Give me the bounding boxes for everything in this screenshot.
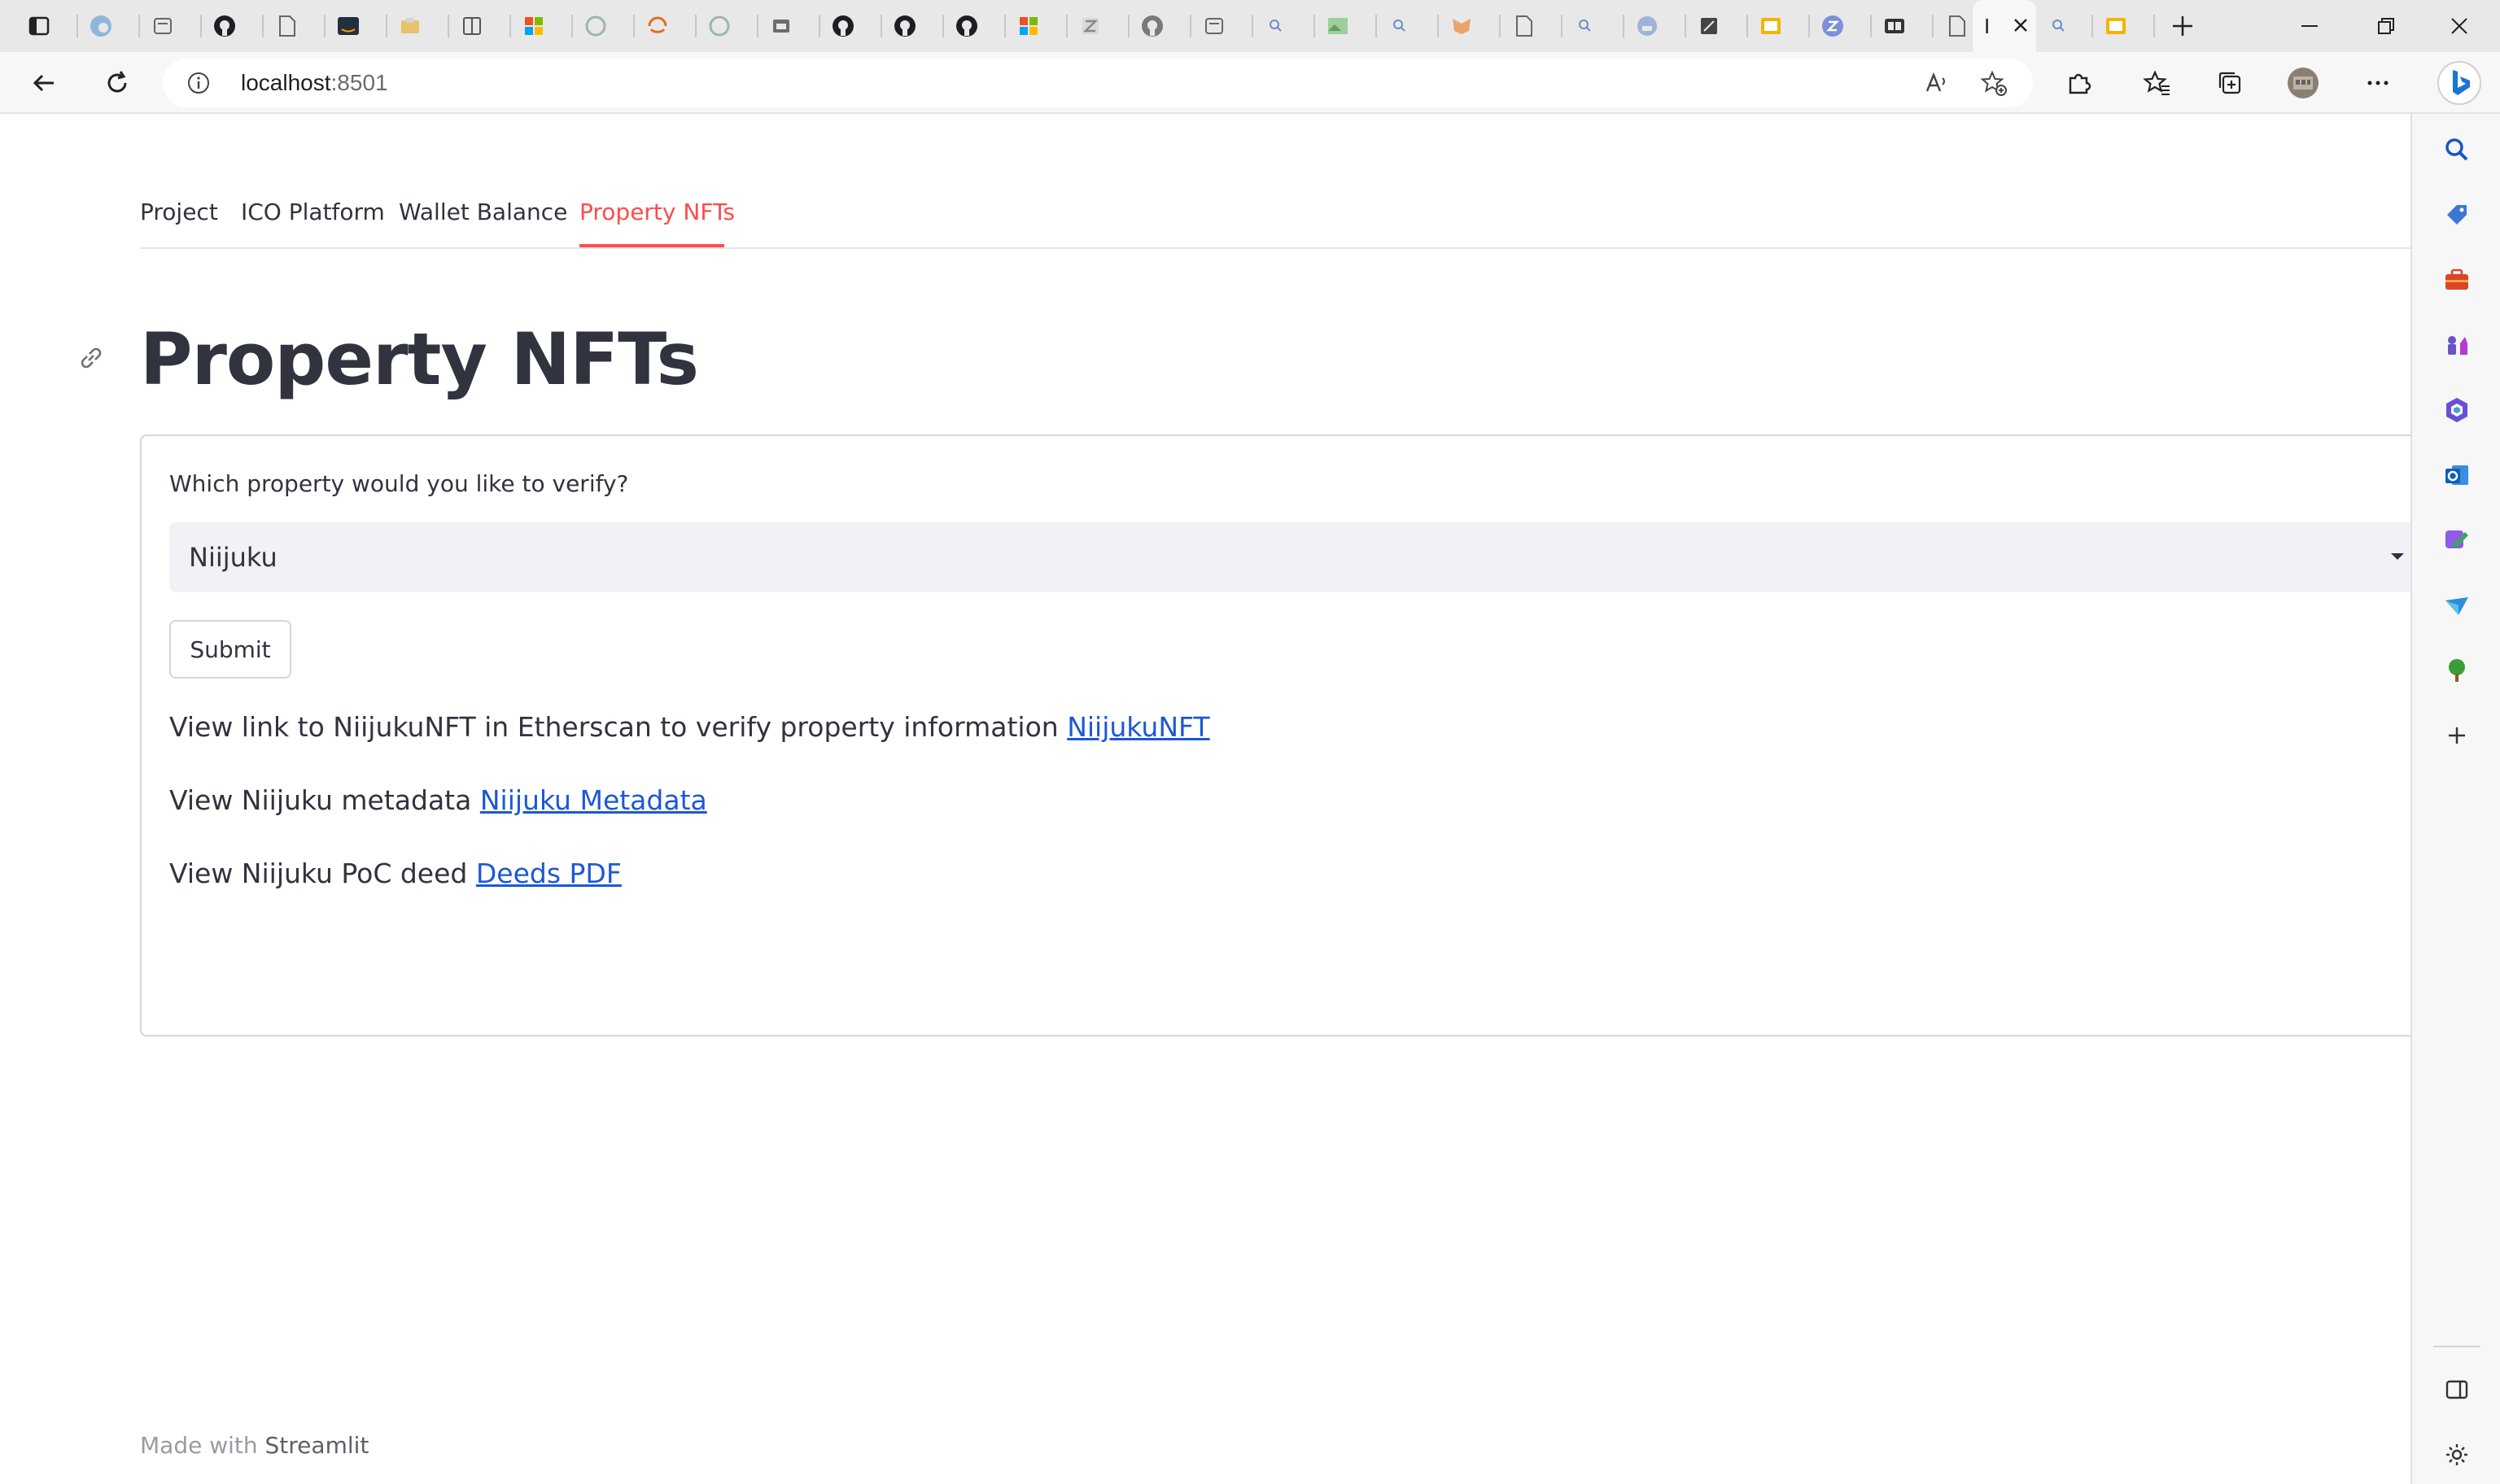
bing-copilot-icon[interactable] — [2433, 57, 2485, 109]
openai-icon[interactable] — [705, 11, 734, 41]
tree-icon[interactable] — [2441, 654, 2473, 687]
designer-icon[interactable] — [2441, 524, 2473, 556]
footer-prefix: Made with — [140, 1432, 258, 1459]
extensions-icon[interactable] — [2059, 63, 2098, 103]
browser-toolbar: localhost:8501 — [0, 52, 2500, 114]
etherscan-link[interactable]: NiijukuNFT — [1067, 711, 1209, 743]
games-chess-icon[interactable] — [2441, 329, 2473, 361]
tab-wallet-balance[interactable]: Wallet Balance — [399, 199, 567, 225]
deeds-pdf-link[interactable]: Deeds PDF — [476, 858, 622, 889]
collections-icon[interactable] — [2210, 63, 2249, 103]
edge-sidebar — [2410, 114, 2500, 1484]
microsoft-icon[interactable] — [1014, 11, 1043, 41]
chevron-down-icon — [2388, 550, 2407, 563]
read-aloud-icon[interactable] — [1922, 68, 1951, 98]
outlook-icon[interactable] — [2441, 459, 2473, 491]
cloud-icon[interactable] — [1632, 11, 1662, 41]
close-tab-icon[interactable] — [2008, 13, 2033, 37]
active-tab-underline — [579, 244, 724, 247]
verify-form: Which property would you like to verify?… — [140, 434, 2410, 1037]
reader-icon[interactable] — [457, 11, 487, 41]
slides-icon[interactable] — [2101, 11, 2131, 41]
tools-briefcase-icon[interactable] — [2441, 264, 2473, 296]
search-icon[interactable] — [1571, 11, 1600, 41]
site-info-icon[interactable] — [186, 70, 212, 96]
edge-icon[interactable] — [86, 11, 116, 41]
zotero-icon[interactable] — [1076, 11, 1105, 41]
metamask-icon[interactable] — [1447, 11, 1476, 41]
profile-avatar[interactable] — [2284, 63, 2323, 103]
submit-button[interactable]: Submit — [169, 620, 291, 679]
add-icon[interactable] — [2441, 719, 2473, 752]
url-host: localhost — [241, 70, 331, 95]
property-select-value: Niijuku — [189, 542, 278, 573]
github-icon[interactable] — [1138, 11, 1167, 41]
active-tab[interactable]: I — [1973, 0, 2036, 52]
github-icon[interactable] — [890, 11, 920, 41]
tab-project[interactable]: Project — [140, 199, 218, 225]
deed-text: View Niijuku PoC deed — [169, 858, 468, 889]
metadata-text: View Niijuku metadata — [169, 784, 472, 816]
streamlit-link[interactable]: Streamlit — [265, 1432, 369, 1459]
new-tab-icon[interactable] — [2168, 11, 2197, 41]
etherscan-text: View link to NiijukuNFT in Etherscan to … — [169, 711, 1059, 743]
tab-ico-platform[interactable]: ICO Platform — [241, 199, 385, 225]
doc-icon[interactable] — [272, 11, 301, 41]
sidebar-layout-icon[interactable] — [2441, 1373, 2473, 1406]
search-icon[interactable] — [1385, 11, 1414, 41]
footer: Made with Streamlit — [140, 1432, 369, 1459]
restore-icon[interactable] — [2368, 8, 2404, 44]
search-icon[interactable] — [2044, 11, 2074, 41]
minimize-icon[interactable] — [2292, 8, 2327, 44]
url-port: :8501 — [330, 70, 388, 95]
favorites-icon[interactable] — [2137, 63, 2176, 103]
back-arrow-icon[interactable] — [24, 63, 63, 103]
github-icon[interactable] — [828, 11, 858, 41]
page-title: Property NFTs — [140, 317, 699, 401]
microsoft-365-icon[interactable] — [2441, 394, 2473, 426]
property-select[interactable]: Niijuku — [169, 522, 2410, 592]
sidebar-divider — [2433, 1346, 2480, 1347]
tab-property-nfts[interactable]: Property NFTs — [579, 199, 735, 225]
refresh-icon[interactable] — [98, 63, 137, 103]
streamlit-tab-bar: Project ICO Platform Wallet Balance Prop… — [140, 116, 2410, 249]
aws-icon[interactable] — [334, 11, 363, 41]
etherscan-paragraph: View link to NiijukuNFT in Etherscan to … — [169, 711, 1210, 743]
openai-icon[interactable] — [581, 11, 610, 41]
folder-icon[interactable] — [396, 11, 425, 41]
metadata-link[interactable]: Niijuku Metadata — [480, 784, 707, 816]
address-bar[interactable]: localhost:8501 — [163, 59, 2033, 107]
mirror-icon[interactable] — [1694, 11, 1724, 41]
active-tab-label: I — [1984, 13, 1991, 38]
sidebar-search-icon[interactable] — [2441, 133, 2473, 166]
more-menu-icon[interactable] — [2358, 63, 2397, 103]
anchor-link-icon[interactable] — [75, 342, 107, 374]
property-select-label: Which property would you like to verify? — [169, 470, 629, 497]
send-arrow-icon[interactable] — [2441, 589, 2473, 622]
github-icon[interactable] — [210, 11, 239, 41]
streamlit-app: Project ICO Platform Wallet Balance Prop… — [0, 116, 2410, 1484]
orange-swirl-icon[interactable] — [643, 11, 672, 41]
browser-tab-strip: I — [0, 0, 2500, 52]
tab-icon[interactable] — [1200, 11, 1229, 41]
deed-paragraph: View Niijuku PoC deed Deeds PDF — [169, 858, 622, 889]
favorite-star-icon[interactable] — [1979, 68, 2008, 98]
microsoft-icon[interactable] — [519, 11, 549, 41]
tab-icon[interactable] — [148, 11, 177, 41]
bank-icon[interactable] — [767, 11, 796, 41]
sidebar-toggle-icon[interactable] — [24, 11, 54, 41]
slides-icon[interactable] — [1756, 11, 1785, 41]
doc-icon[interactable] — [1509, 11, 1538, 41]
doc-icon[interactable] — [1942, 11, 1971, 41]
search-icon[interactable] — [1261, 11, 1291, 41]
close-window-icon[interactable] — [2441, 8, 2477, 44]
metadata-paragraph: View Niijuku metadata Niijuku Metadata — [169, 784, 707, 816]
z-icon[interactable] — [1818, 11, 1847, 41]
github-icon[interactable] — [952, 11, 981, 41]
video-icon[interactable] — [1880, 11, 1909, 41]
shopping-tag-icon[interactable] — [2441, 199, 2473, 231]
image-icon[interactable] — [1323, 11, 1353, 41]
url-text: localhost:8501 — [241, 70, 388, 96]
settings-gear-icon[interactable] — [2441, 1438, 2473, 1471]
